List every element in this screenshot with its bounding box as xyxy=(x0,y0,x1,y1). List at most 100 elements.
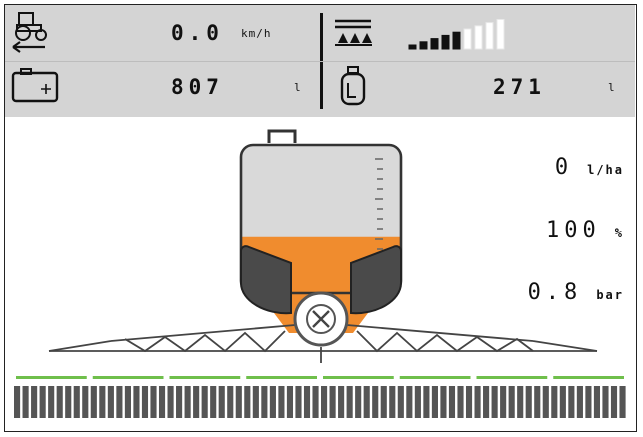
nozzle-bar xyxy=(568,386,575,418)
nozzle-bar xyxy=(619,386,626,418)
signal-bar xyxy=(485,22,494,50)
nozzle-bar xyxy=(227,386,234,418)
nozzle-bar xyxy=(218,386,225,418)
nozzle-bar xyxy=(158,386,166,418)
nozzle-bar xyxy=(517,386,524,418)
nozzle-bar xyxy=(286,386,294,418)
nozzle-bar xyxy=(355,386,362,418)
boom-nozzles-icon xyxy=(335,19,372,46)
nozzle-bar xyxy=(491,386,498,418)
nozzle-bar xyxy=(269,386,276,418)
nozzle-bar xyxy=(14,386,21,418)
nozzle-bar xyxy=(363,386,370,418)
nozzle-bar xyxy=(167,386,174,418)
nozzle-bar xyxy=(423,386,430,418)
nozzle-bar xyxy=(559,386,566,418)
status-row-divider xyxy=(5,61,635,62)
signal-bar xyxy=(463,28,472,50)
nozzle-bar xyxy=(99,386,106,418)
tank-volume-unit: l xyxy=(294,81,302,94)
nozzle-bar xyxy=(508,386,515,418)
nozzle-bar xyxy=(551,386,558,418)
signal-bar xyxy=(419,41,428,50)
signal-bar xyxy=(430,38,439,50)
nozzle-bar xyxy=(201,386,208,418)
section-status-line xyxy=(476,376,548,379)
nozzle-bar xyxy=(593,386,601,418)
nozzle-bar xyxy=(39,386,46,418)
nozzle-bar xyxy=(576,386,583,418)
nozzle-bar xyxy=(610,386,618,418)
nozzle-bar xyxy=(525,386,532,418)
boom-sections xyxy=(14,376,626,418)
signal-bar xyxy=(496,19,505,50)
nozzle-bar xyxy=(124,386,131,418)
nozzle-bar xyxy=(585,386,592,418)
nozzle-bar xyxy=(150,386,157,418)
nozzle-bar xyxy=(184,386,191,418)
nozzle-bar xyxy=(210,386,217,418)
tank-lid xyxy=(267,129,297,143)
nozzle-bar xyxy=(176,386,183,418)
nozzle-bar xyxy=(542,386,549,418)
section-status-line xyxy=(169,376,241,379)
nozzle-bar xyxy=(397,386,404,418)
nozzle-bar xyxy=(56,386,63,418)
nozzle-bar xyxy=(534,386,541,418)
section-status-line xyxy=(399,376,471,379)
dosing-value: 271 xyxy=(493,75,546,99)
nozzle-bar xyxy=(303,386,311,418)
nozzle-bar xyxy=(133,386,140,418)
dosing-unit: l xyxy=(608,81,616,94)
nozzle-bar xyxy=(440,386,447,418)
nozzle-bar xyxy=(82,386,89,418)
nozzle-bar xyxy=(193,386,200,418)
sprayer-can-icon xyxy=(340,66,366,106)
nozzle-bar xyxy=(116,386,123,418)
nozzle-bar xyxy=(65,386,72,418)
nozzle-bar xyxy=(380,386,387,418)
nozzle-bar xyxy=(22,386,29,418)
nozzle-bar xyxy=(107,386,114,418)
percent-unit: % xyxy=(614,226,624,240)
nozzle-bar xyxy=(474,386,481,418)
sprayer-graphic xyxy=(48,129,598,363)
signal-strength-bars xyxy=(408,19,505,50)
tank-icon xyxy=(11,68,59,103)
section-status-line xyxy=(246,376,317,379)
speed-value: 0.0 xyxy=(171,21,224,45)
nozzle-bar xyxy=(321,386,328,418)
section-status-line xyxy=(323,376,394,379)
nozzle-bar xyxy=(295,386,302,418)
nozzle-bar xyxy=(31,386,38,418)
nozzle-bar xyxy=(483,386,490,418)
nozzle-bar xyxy=(312,386,319,418)
nozzle-bar xyxy=(48,386,55,418)
nozzle-bar xyxy=(406,386,413,418)
section-status-line xyxy=(553,376,624,379)
nozzle-bar xyxy=(252,386,259,418)
nozzle-bar xyxy=(338,386,345,418)
signal-bar xyxy=(474,25,483,50)
nozzle-bar xyxy=(500,386,507,418)
nozzle-bar xyxy=(141,386,149,418)
nozzle-bar xyxy=(465,386,473,418)
tractor-icon xyxy=(12,12,47,53)
signal-bar xyxy=(441,34,450,50)
nozzle-bar xyxy=(278,386,285,418)
signal-bar xyxy=(408,44,417,50)
spray-computer-screen: 0.0 km/h 807 l 271 l 0 l/ha 100% 0.8 bar xyxy=(4,4,637,432)
section-status-line xyxy=(92,376,164,379)
speed-unit: km/h xyxy=(241,27,272,40)
nozzle-bar xyxy=(261,386,268,418)
nozzle-bar xyxy=(414,386,421,418)
nozzle-bar xyxy=(244,386,251,418)
nozzle-bar xyxy=(329,386,336,418)
nozzle-bar xyxy=(457,386,464,418)
nozzle-bar xyxy=(346,386,353,418)
nozzle-bar xyxy=(73,386,80,418)
status-bar: 0.0 km/h 807 l 271 l xyxy=(5,5,635,117)
nozzle-bar xyxy=(602,386,609,418)
nozzle-bar xyxy=(389,386,396,418)
section-status-line xyxy=(16,376,87,379)
